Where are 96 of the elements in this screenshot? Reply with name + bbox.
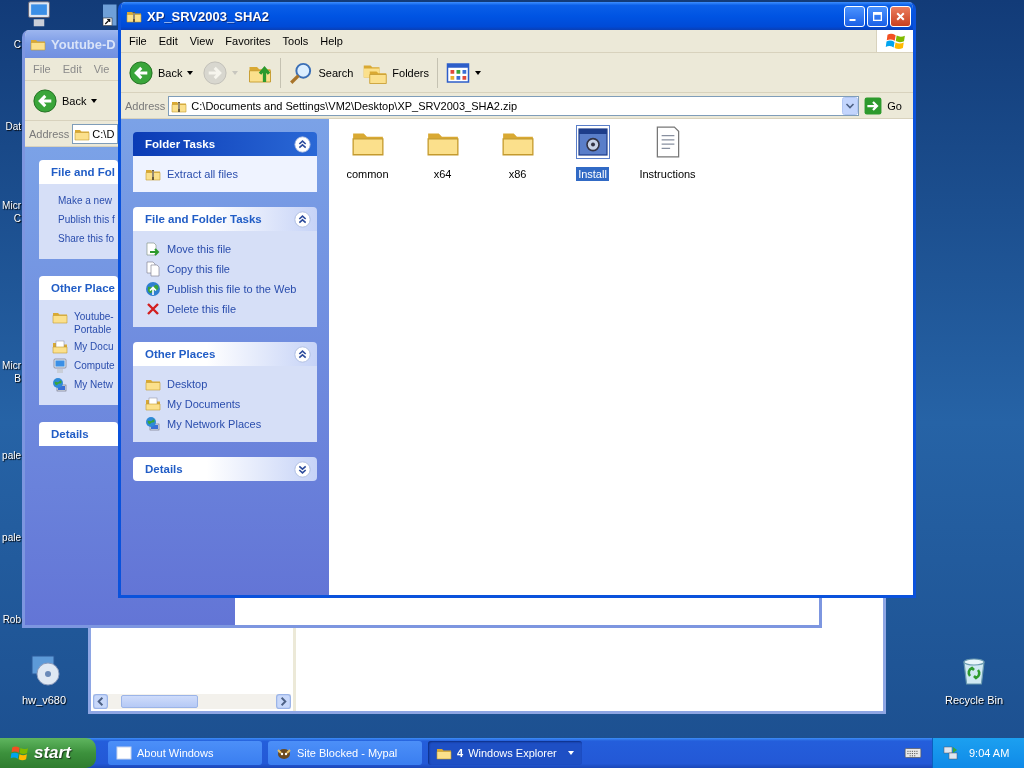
task-link[interactable]: Compute	[74, 358, 115, 372]
horizontal-scrollbar[interactable]	[93, 694, 291, 709]
clock: 9:04 AM	[969, 747, 1010, 759]
window-title: Youtube-D	[51, 36, 116, 52]
taskbar-button[interactable]: About Windows	[108, 741, 262, 765]
file-name[interactable]: common	[344, 167, 391, 181]
minimize-icon	[849, 18, 856, 21]
desktop-icon-label[interactable]: C	[13, 38, 21, 51]
copy-file-icon	[145, 261, 161, 277]
search-button[interactable]: Search	[285, 55, 358, 90]
file-name[interactable]: Instructions	[637, 167, 698, 181]
expand-chevron-icon[interactable]	[294, 460, 311, 478]
minimize-button[interactable]	[844, 5, 865, 27]
desktop-icon-label[interactable]: Recycle Bin	[944, 694, 1004, 706]
address-label: Address	[29, 127, 70, 140]
maximize-icon	[872, 10, 883, 22]
task-link[interactable]: My Documents	[167, 396, 241, 412]
address-field[interactable]: C:\Documents and Settings\VM2\Desktop\XP_SRV2003_SHA2.zip	[168, 95, 860, 116]
address-label: Address	[125, 99, 166, 112]
network-computers-icon[interactable]	[943, 745, 959, 761]
task-link[interactable]: My Docu	[74, 339, 114, 353]
caret-icon	[475, 70, 481, 75]
task-link[interactable]: Make a new	[58, 193, 112, 207]
desktop-icon-label[interactable]: B	[14, 372, 21, 385]
section-title[interactable]: File and Fol	[51, 166, 115, 178]
scroll-left-button[interactable]	[93, 694, 108, 709]
start-button[interactable]: start	[0, 738, 96, 768]
task-link[interactable]: My Netw	[74, 377, 113, 391]
menu-item[interactable]: Edit	[152, 30, 184, 52]
task-link[interactable]: Extract all files	[167, 166, 238, 182]
close-button[interactable]	[890, 5, 911, 27]
section-title: File and Folder Tasks	[145, 213, 262, 225]
go-button[interactable]: Go	[862, 96, 910, 115]
back-button[interactable]: Back	[125, 55, 198, 90]
scroll-right-button[interactable]	[276, 694, 291, 709]
delete-icon	[145, 301, 161, 317]
task-link[interactable]: Publish this f	[58, 212, 115, 226]
window-title: XP_SRV2003_SHA2	[147, 8, 269, 24]
desktop-icon-label[interactable]: Dat	[5, 120, 21, 133]
task-link[interactable]: Publish this file to the Web	[167, 281, 297, 297]
collapse-chevron-icon[interactable]	[294, 345, 311, 363]
section-title[interactable]: Other Place	[51, 282, 115, 294]
taskbar-button[interactable]: 4 Windows Explorer	[428, 741, 582, 765]
address-field[interactable]: C:\D	[72, 123, 119, 144]
collapse-chevron-icon[interactable]	[294, 210, 311, 228]
task-link[interactable]: Share this fo	[58, 231, 115, 245]
caret-icon	[91, 98, 98, 103]
network-globe-icon	[52, 377, 68, 393]
program-window-icon[interactable]	[575, 125, 610, 159]
close-icon	[895, 10, 906, 22]
desktop-icon-label[interactable]: pale	[2, 531, 21, 544]
move-file-icon	[145, 241, 161, 257]
folders-button[interactable]: Folders	[359, 55, 433, 90]
views-icon	[446, 60, 470, 85]
desktop-icon-label[interactable]: hw_v680	[21, 694, 66, 706]
file-name[interactable]: x86	[506, 167, 529, 181]
section-title[interactable]: Details	[51, 428, 89, 440]
file-name[interactable]: x64	[431, 167, 454, 181]
file-name[interactable]: Install	[576, 167, 609, 181]
four-color-flag-icon	[10, 745, 28, 761]
caret-icon	[187, 70, 194, 75]
globe-upload-icon	[145, 281, 161, 297]
menu-item[interactable]: Favorites	[219, 30, 277, 52]
back-button[interactable]: Back	[29, 83, 102, 118]
task-link[interactable]: Copy this file	[167, 261, 230, 277]
menu-item[interactable]: View	[183, 30, 220, 52]
desktop-icon-label[interactable]: Micr	[2, 199, 21, 212]
collapse-chevron-icon[interactable]	[294, 135, 311, 153]
scroll-thumb[interactable]	[121, 695, 198, 708]
menu-item[interactable]: Tools	[276, 30, 315, 52]
task-link[interactable]: Desktop	[167, 376, 208, 392]
section-title: Folder Tasks	[145, 138, 216, 150]
desktop-icon-label[interactable]: C	[13, 212, 21, 225]
desktop-icon-label[interactable]: Micr	[2, 359, 21, 372]
computer-icon	[52, 358, 68, 374]
search-icon	[289, 60, 314, 85]
maximize-button[interactable]	[867, 5, 888, 27]
dropdown-button[interactable]	[842, 96, 859, 115]
caret-icon	[232, 70, 239, 75]
menu-item[interactable]: File	[123, 30, 153, 52]
task-link[interactable]: Youtube- Portable	[74, 309, 114, 336]
shortcut-icon[interactable]	[101, 3, 117, 27]
desktop-icon-label[interactable]: pale	[2, 449, 21, 462]
disc-icon[interactable]	[28, 654, 60, 686]
network-globe-icon	[145, 416, 161, 432]
taskbar-button[interactable]: Site Blocked - Mypal	[268, 741, 422, 765]
task-link[interactable]: Delete this file	[167, 301, 237, 317]
documents-folder-icon	[52, 339, 68, 355]
section-title: Other Places	[145, 348, 216, 360]
task-link[interactable]: My Network Places	[167, 416, 262, 432]
documents-folder-icon	[145, 396, 161, 412]
desktop-icon-label[interactable]: Rob	[2, 613, 21, 626]
window-icon	[116, 745, 132, 761]
section-title: Details	[145, 463, 183, 475]
task-link[interactable]: Move this file	[167, 241, 232, 257]
menu-item[interactable]: Help	[314, 30, 349, 52]
